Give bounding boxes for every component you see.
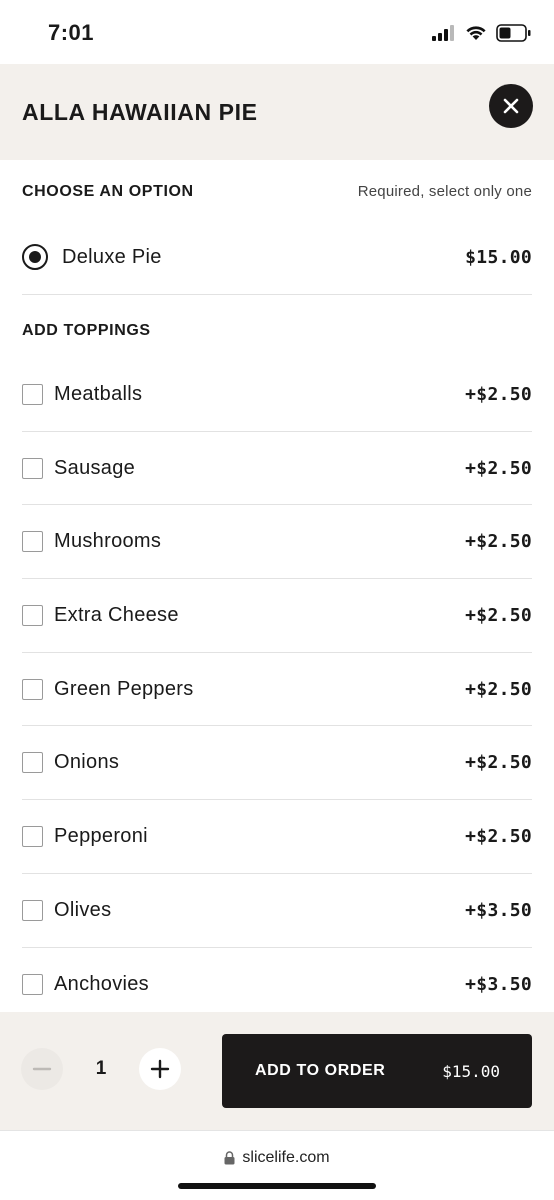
topping-label: Extra Cheese: [54, 603, 179, 626]
topping-checkbox[interactable]: [22, 973, 43, 995]
topping-label: Green Peppers: [54, 677, 194, 700]
radio-dot: [29, 251, 41, 263]
toppings-list: Meatballs +$2.50 Sausage +$2.50 Mushroom…: [22, 358, 532, 1021]
add-to-order-button[interactable]: ADD TO ORDER $15.00: [222, 1034, 532, 1108]
topping-checkbox[interactable]: [22, 678, 43, 700]
url-display[interactable]: slicelife.com: [0, 1149, 554, 1167]
topping-mushrooms[interactable]: Mushrooms +$2.50: [22, 505, 532, 580]
topping-label: Olives: [54, 898, 112, 921]
status-time: 7:01: [48, 20, 95, 45]
topping-label: Sausage: [54, 456, 136, 479]
topping-price: +$2.50: [465, 752, 532, 774]
divider: [22, 294, 532, 295]
radio-button-selected[interactable]: [22, 244, 48, 270]
topping-label: Mushrooms: [54, 530, 162, 553]
topping-checkbox[interactable]: [22, 825, 43, 847]
home-indicator[interactable]: [178, 1183, 376, 1189]
topping-price: +$3.50: [465, 973, 532, 995]
add-to-order-price: $15.00: [442, 1061, 500, 1081]
url-text: slicelife.com: [242, 1149, 330, 1166]
toppings-heading: ADD TOPPINGS: [22, 322, 151, 339]
lock-icon: [224, 1151, 235, 1165]
topping-label: Meatballs: [54, 382, 143, 405]
topping-label: Pepperoni: [54, 824, 148, 847]
topping-price: +$2.50: [465, 531, 532, 553]
browser-url-bar: slicelife.com: [0, 1130, 554, 1200]
topping-price: +$2.50: [465, 457, 532, 479]
topping-pepperoni[interactable]: Pepperoni +$2.50: [22, 800, 532, 874]
wifi-icon: [466, 26, 486, 40]
status-bar: 7:01: [0, 0, 554, 64]
topping-onions[interactable]: Onions +$2.50: [22, 726, 532, 801]
topping-checkbox[interactable]: [22, 604, 43, 626]
battery-icon: [496, 24, 531, 42]
cellular-signal-icon: [432, 25, 454, 41]
topping-olives[interactable]: Olives +$3.50: [22, 874, 532, 948]
topping-checkbox[interactable]: [22, 531, 43, 553]
page-title: ALLA HAWAIIAN PIE: [22, 99, 258, 125]
plus-icon: [150, 1059, 170, 1079]
topping-label: Onions: [54, 751, 120, 774]
minus-icon: [32, 1067, 52, 1071]
option-deluxe-pie[interactable]: Deluxe Pie $15.00: [22, 221, 532, 293]
topping-checkbox[interactable]: [22, 899, 43, 921]
close-icon: [503, 98, 519, 114]
close-button[interactable]: [489, 84, 533, 128]
quantity-value: 1: [95, 1058, 107, 1079]
topping-price: +$2.50: [465, 604, 532, 626]
quantity-decrease-button[interactable]: [21, 1048, 63, 1090]
item-header: ALLA HAWAIIAN PIE: [0, 64, 554, 160]
option-price: $15.00: [465, 246, 532, 268]
topping-extra-cheese[interactable]: Extra Cheese +$2.50: [22, 579, 532, 653]
topping-anchovies[interactable]: Anchovies +$3.50: [22, 948, 532, 1022]
topping-label: Anchovies: [54, 972, 149, 995]
add-to-order-label: ADD TO ORDER: [255, 1062, 386, 1079]
topping-price: +$3.50: [465, 899, 532, 921]
topping-sausage[interactable]: Sausage +$2.50: [22, 432, 532, 506]
option-label: Deluxe Pie: [62, 245, 162, 268]
topping-green-peppers[interactable]: Green Peppers +$2.50: [22, 653, 532, 727]
topping-checkbox[interactable]: [22, 383, 43, 405]
status-icons: [432, 22, 532, 44]
topping-price: +$2.50: [465, 825, 532, 847]
topping-meatballs[interactable]: Meatballs +$2.50: [22, 358, 532, 432]
choose-option-heading: CHOOSE AN OPTION: [22, 183, 194, 200]
topping-price: +$2.50: [465, 383, 532, 405]
topping-checkbox[interactable]: [22, 457, 43, 479]
required-note: Required, select only one: [357, 183, 532, 200]
quantity-increase-button[interactable]: [139, 1048, 181, 1090]
topping-price: +$2.50: [465, 678, 532, 700]
topping-checkbox[interactable]: [22, 752, 43, 774]
order-footer: 1 ADD TO ORDER $15.00: [0, 1012, 554, 1130]
